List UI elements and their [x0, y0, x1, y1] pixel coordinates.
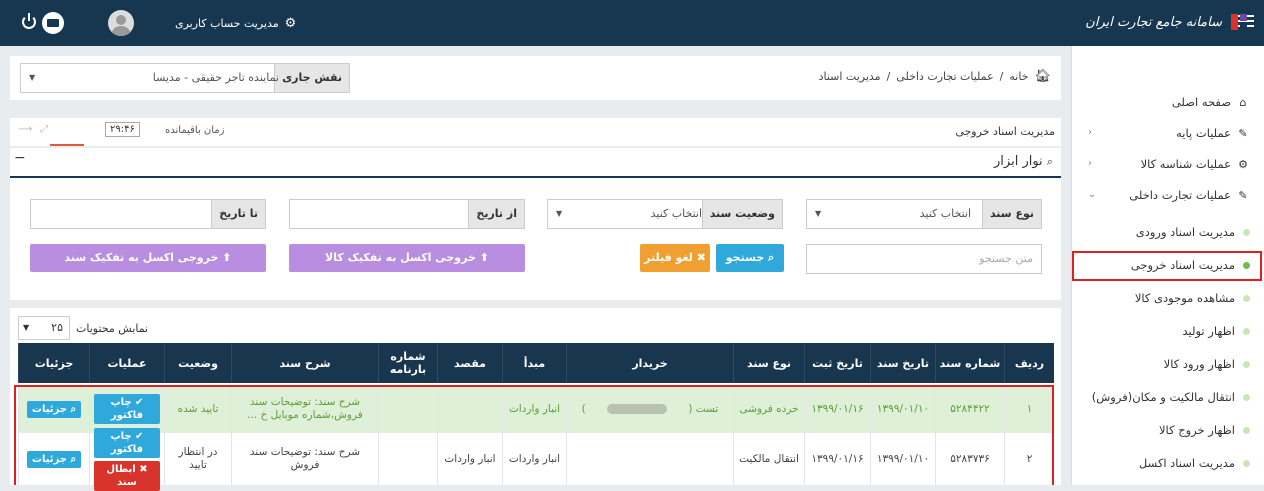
sidebar-item-basic-ops[interactable]: ✎عملیات پایه ‹ [1072, 121, 1250, 145]
doc-status-label: وضعیت سند [701, 200, 782, 228]
search-icon: ⌕ [768, 251, 775, 264]
sidebar-item-home[interactable]: ⌂صفحه اصلی [1072, 90, 1250, 114]
envelope-icon[interactable] [42, 12, 64, 34]
sidebar-subitem-input-docs[interactable]: مدیریت اسناد ورودی [1072, 220, 1250, 244]
th-doc-type: نوع سند [733, 343, 804, 383]
cancel-filter-button[interactable]: ✖ لغو فیلتر [640, 244, 710, 272]
excel-doc-button[interactable]: ⬆ خروجی اکسل به تفکیک سند [30, 244, 266, 272]
sidebar: ⌂صفحه اصلی ✎عملیات پایه ‹ ⚙عملیات شناسه … [1071, 46, 1264, 485]
dot-icon [1243, 229, 1250, 236]
upload-icon: ⬆ [479, 251, 489, 264]
chevron-down-icon: ▼ [23, 323, 30, 332]
gears-icon: ⚙ [284, 15, 297, 31]
account-label: مدیریت حساب کاربری [175, 16, 279, 30]
timer-label: زمان باقیمانده [165, 125, 225, 136]
sidebar-item-goods-id[interactable]: ⚙عملیات شناسه کالا ‹ [1072, 152, 1250, 176]
sidebar-subitem-excel-docs[interactable]: مدیریت اسناد اکسل [1072, 451, 1250, 475]
logo[interactable]: سامانه جامع تجارت ایران [1085, 6, 1247, 38]
th-buyer: خریدار [566, 343, 733, 383]
th-waybill: شماره بارنامه [378, 343, 437, 383]
sidebar-subitem-production[interactable]: اظهار تولید [1072, 319, 1250, 343]
to-date-input[interactable]: تا تاریخ [30, 199, 266, 229]
timer-value: ۲۹:۴۶ [105, 122, 140, 137]
th-origin: مبدأ [502, 343, 566, 383]
th-dest: مقصد [437, 343, 502, 383]
breadcrumb-home[interactable]: خانه [1009, 70, 1028, 83]
th-ops: عملیات [89, 343, 164, 383]
th-doc-no: شماره سند [935, 343, 1004, 383]
home-icon: ⌂ [1239, 96, 1247, 109]
power-icon[interactable] [20, 12, 38, 30]
chevron-down-icon: ▼ [556, 209, 563, 218]
from-date-label: از تاریخ [468, 200, 524, 228]
breadcrumb-sep: / [999, 70, 1004, 83]
minimize-icon[interactable]: ⟶ [18, 124, 32, 135]
th-index: ردیف [1004, 343, 1054, 383]
sidebar-subitem-ownership-transfer[interactable]: انتقال مالکیت و مکان(فروش) [1072, 385, 1250, 409]
page-title: مدیریت اسناد خروجی [955, 125, 1055, 138]
chevron-left-icon: ‹ [1088, 158, 1092, 169]
to-date-label: تا تاریخ [211, 200, 265, 228]
sidebar-subitem-goods-exit[interactable]: اظهار خروج کالا [1072, 418, 1250, 442]
cogs-icon: ⚙ [1238, 158, 1248, 171]
highlight-box [14, 385, 1054, 485]
toolbar-title: ⌕ نوار ابزار [994, 154, 1053, 169]
chevron-down-icon: ▼ [29, 73, 36, 82]
avatar[interactable] [108, 10, 134, 36]
breadcrumb-sep: / [886, 70, 891, 83]
active-highlight-box [1072, 251, 1262, 281]
role-value: نماینده تاجر حقیقی - مدیسا [152, 71, 279, 84]
close-icon: ✖ [696, 251, 706, 264]
expand-icon[interactable]: ⤢ [40, 124, 48, 135]
dot-icon [1243, 460, 1250, 467]
search-button[interactable]: ⌕ جستجو [716, 244, 784, 272]
sidebar-item-domestic-trade[interactable]: ✎عملیات تجارت داخلی ⌄ [1072, 183, 1250, 207]
breadcrumb-item[interactable]: عملیات تجارت داخلی [896, 70, 993, 83]
sidebar-subitem-goods-entry[interactable]: اظهار ورود کالا [1072, 352, 1250, 376]
breadcrumb: 🏠︎ خانه / عملیات تجارت داخلی / مدیریت اس… [819, 69, 1051, 84]
edit-icon: ✎ [1238, 189, 1248, 202]
dot-icon [1243, 295, 1250, 302]
sidebar-subitem-inventory[interactable]: مشاهده موجودی کالا [1072, 286, 1250, 310]
breadcrumb-current: مدیریت اسناد [818, 70, 881, 83]
edit-icon: ✎ [1238, 127, 1248, 140]
th-status: وضعیت [164, 343, 231, 383]
page-title-bar: مدیریت اسناد خروجی زمان باقیمانده ۲۹:۴۶ … [10, 118, 1061, 146]
logo-text: سامانه جامع تجارت ایران [1085, 14, 1222, 30]
toolbar-panel: ⌕ نوار ابزار − نوع سند انتخاب کنید ▼ وضع… [10, 148, 1061, 300]
role-select[interactable]: نقش جاری نماینده تاجر حقیقی - مدیسا ▼ [20, 63, 350, 93]
upload-icon: ⬆ [222, 251, 232, 264]
chevron-left-icon: ‹ [1088, 127, 1092, 138]
search-icon: ⌕ [1046, 155, 1053, 168]
page-size-control: نمایش محتویات ۲۵ ▼ [18, 316, 148, 340]
account-menu[interactable]: ⚙ مدیریت حساب کاربری [175, 13, 296, 33]
page-size-select[interactable]: ۲۵ ▼ [18, 316, 70, 340]
doc-status-select[interactable]: وضعیت سند انتخاب کنید ▼ [547, 199, 783, 229]
header-panel: 🏠︎ خانه / عملیات تجارت داخلی / مدیریت اس… [10, 56, 1061, 100]
doc-type-select[interactable]: نوع سند انتخاب کنید ▼ [806, 199, 1042, 229]
dot-icon [1243, 394, 1250, 401]
top-navbar: سامانه جامع تجارت ایران ⚙ مدیریت حساب کا… [0, 0, 1264, 46]
role-label: نقش جاری [274, 64, 349, 92]
th-reg-date: تاریخ ثبت [804, 343, 870, 383]
excel-goods-button[interactable]: ⬆ خروجی اکسل به تفکیک کالا [289, 244, 525, 272]
dot-icon [1243, 427, 1250, 434]
dot-icon [1243, 328, 1250, 335]
th-doc-date: تاریخ سند [870, 343, 935, 383]
search-text-input[interactable]: متن جستجو [806, 244, 1042, 274]
th-details: جزئیات [18, 343, 89, 383]
doc-type-label: نوع سند [981, 200, 1041, 228]
home-icon: 🏠︎ [1034, 69, 1051, 84]
dot-icon [1243, 361, 1250, 368]
show-label: نمایش محتویات [76, 321, 149, 335]
collapse-icon[interactable]: − [14, 150, 26, 166]
th-desc: شرح سند [231, 343, 378, 383]
from-date-input[interactable]: از تاریخ [289, 199, 525, 229]
chevron-down-icon: ▼ [815, 209, 822, 218]
chevron-down-icon: ⌄ [1088, 189, 1097, 200]
